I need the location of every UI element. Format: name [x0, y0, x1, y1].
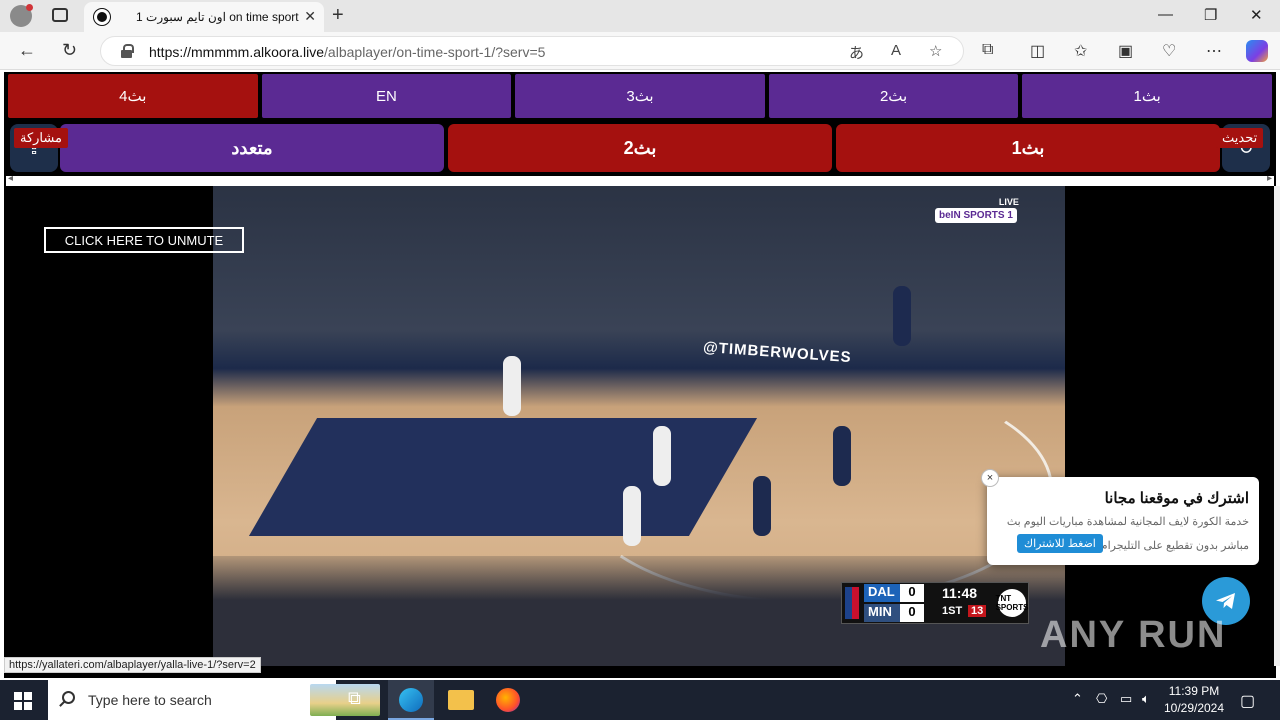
server-row-top: بث4 EN بث3 بث2 بث1 [8, 74, 1272, 118]
shot-clock: 13 [968, 605, 987, 617]
quarter: 1ST [942, 605, 963, 617]
player-figure [623, 486, 641, 546]
player-figure [653, 426, 671, 486]
player-figure [503, 356, 521, 416]
favorites-icon[interactable]: ✩ [1074, 41, 1087, 61]
player-frame: بث4 EN بث3 بث2 بث1 ⇪ ↻ متعدد بث2 بث1 مشا… [4, 72, 1280, 678]
collections-icon[interactable]: ▣ [1118, 41, 1133, 61]
server-button-1[interactable]: بث1 [1022, 74, 1272, 118]
player-figure [893, 286, 911, 346]
anyrun-watermark: ANY RUN [1040, 614, 1227, 656]
team2-abbr: MIN [864, 604, 900, 622]
system-clock[interactable]: 11:39 PM 10/29/2024 [1160, 683, 1228, 717]
scroll-left-icon[interactable]: ◂ [8, 173, 13, 184]
server-button-3[interactable]: بث3 [515, 74, 765, 118]
subscribe-popup: × اشترك في موقعنا مجانا خدمة الكورة لايف… [981, 469, 1259, 565]
tray-chevron-icon[interactable]: ⌃ [1072, 691, 1083, 707]
tab-close-icon[interactable]: ✕ [304, 8, 316, 25]
team1-abbr: DAL [864, 584, 900, 602]
vertical-scrollbar[interactable] [1274, 186, 1280, 666]
search-placeholder: Type here to search [88, 692, 212, 708]
server-button-en[interactable]: EN [261, 74, 512, 118]
split-screen-icon[interactable]: ◫ [1030, 41, 1045, 61]
scorebug: DAL 0 MIN 0 11:48 1ST 13 TNT SPORTS [841, 582, 1029, 624]
browser-tab-bar: اون تايم سبورت 1 on time sport ✕ + — ❐ ✕ [0, 0, 1280, 32]
share-label[interactable]: مشاركة [14, 128, 68, 148]
server-row-bottom: متعدد بث2 بث1 [60, 124, 1220, 172]
team1-score: 0 [900, 584, 924, 602]
address-bar-row: ← ↻ https://mmmmm.alkoora.live/albaplaye… [0, 32, 1280, 70]
scroll-right-icon[interactable]: ▸ [1267, 173, 1272, 184]
url-field[interactable]: https://mmmmm.alkoora.live/albaplayer/on… [100, 36, 964, 66]
minimize-icon[interactable]: — [1158, 6, 1173, 23]
server-multi-button[interactable]: متعدد [60, 124, 444, 172]
profile-avatar[interactable] [10, 4, 33, 27]
lock-icon[interactable] [121, 44, 134, 58]
tab-actions-icon[interactable] [52, 8, 68, 22]
server-button-2[interactable]: بث2 [768, 74, 1019, 118]
video-player[interactable]: @TIMBERWOLVES beIN SPORTS 1 LIVE DAL 0 M… [213, 186, 1065, 666]
url-text: https://mmmmm.alkoora.live/albaplayer/on… [149, 44, 546, 60]
firefox-icon[interactable] [496, 688, 520, 712]
file-explorer-icon[interactable] [448, 690, 474, 710]
close-window-icon[interactable]: ✕ [1250, 6, 1263, 24]
windows-start-icon[interactable] [14, 692, 32, 710]
notifications-icon[interactable]: ▢ [1240, 691, 1255, 711]
popup-title: اشترك في موقعنا مجانا [1104, 490, 1249, 507]
back-icon[interactable]: ← [18, 40, 36, 61]
read-aloud-icon[interactable]: A [891, 42, 901, 59]
task-view-icon[interactable]: ⧉ [348, 688, 374, 712]
player-figure [833, 426, 851, 486]
web-page: بث4 EN بث3 بث2 بث1 ⇪ ↻ متعدد بث2 بث1 مشا… [0, 70, 1280, 680]
edge-taskbar-button[interactable] [388, 680, 434, 720]
soccer-ball-icon [94, 9, 110, 25]
copilot-icon[interactable] [1246, 40, 1268, 62]
taskbar-search-field[interactable]: Type here to search [48, 680, 380, 720]
player-figure [753, 476, 771, 536]
link-status-url: https://yallateri.com/albaplayer/yalla-l… [4, 657, 261, 673]
subscribe-button[interactable]: اضغط للاشتراك [1017, 534, 1103, 553]
popup-description-2: مباشر بدون تقطيع على التليجرام [1100, 540, 1249, 552]
telegram-icon [1216, 593, 1235, 609]
restore-icon[interactable]: ❐ [1204, 6, 1217, 24]
live-badge: LIVE [998, 197, 1019, 207]
new-tab-icon[interactable]: + [332, 4, 344, 27]
refresh-icon[interactable]: ↻ [62, 40, 77, 61]
translate-icon[interactable]: あ [849, 42, 864, 63]
extensions-icon[interactable]: ⧉ [982, 41, 993, 59]
team2-score: 0 [900, 604, 924, 622]
bein-sports-logo: beIN SPORTS 1 LIVE [935, 197, 1019, 223]
network-agent-icon[interactable]: ⎔ [1096, 691, 1107, 707]
edge-icon [399, 688, 423, 712]
browser-tab[interactable]: اون تايم سبورت 1 on time sport ✕ [84, 2, 324, 32]
browser-essentials-icon[interactable]: ♡ [1162, 41, 1176, 61]
game-clock: 11:48 [942, 585, 978, 601]
popup-close-icon[interactable]: × [981, 469, 999, 487]
nba-logo-icon [845, 587, 859, 619]
server-1-button[interactable]: بث1 [836, 124, 1220, 172]
horizontal-scrollbar[interactable]: ◂ ▸ [6, 173, 1274, 186]
refresh-label[interactable]: تحديث [1216, 128, 1264, 148]
favorite-star-icon[interactable]: ☆ [929, 42, 942, 60]
volume-icon[interactable]: 🔈︎ [1142, 691, 1150, 707]
network-icon[interactable]: ▭ [1120, 691, 1132, 707]
server-2-button[interactable]: بث2 [448, 124, 832, 172]
more-menu-icon[interactable]: ⋯ [1206, 41, 1222, 61]
windows-taskbar: Type here to search ⧉ ⌃ ⎔ ▭ 🔈︎ 11:39 PM … [0, 680, 1280, 720]
unmute-button[interactable]: CLICK HERE TO UNMUTE [44, 227, 244, 253]
tab-title: اون تايم سبورت 1 on time sport [136, 10, 299, 24]
search-icon [62, 691, 75, 704]
server-button-4[interactable]: بث4 [8, 74, 258, 118]
clock-date: 10/29/2024 [1163, 701, 1225, 715]
tnt-sports-logo: TNT SPORTS [996, 589, 1028, 617]
clock-time: 11:39 PM [1168, 684, 1220, 698]
popup-description: خدمة الكورة لايف المجانية لمشاهدة مباريا… [1006, 516, 1249, 528]
